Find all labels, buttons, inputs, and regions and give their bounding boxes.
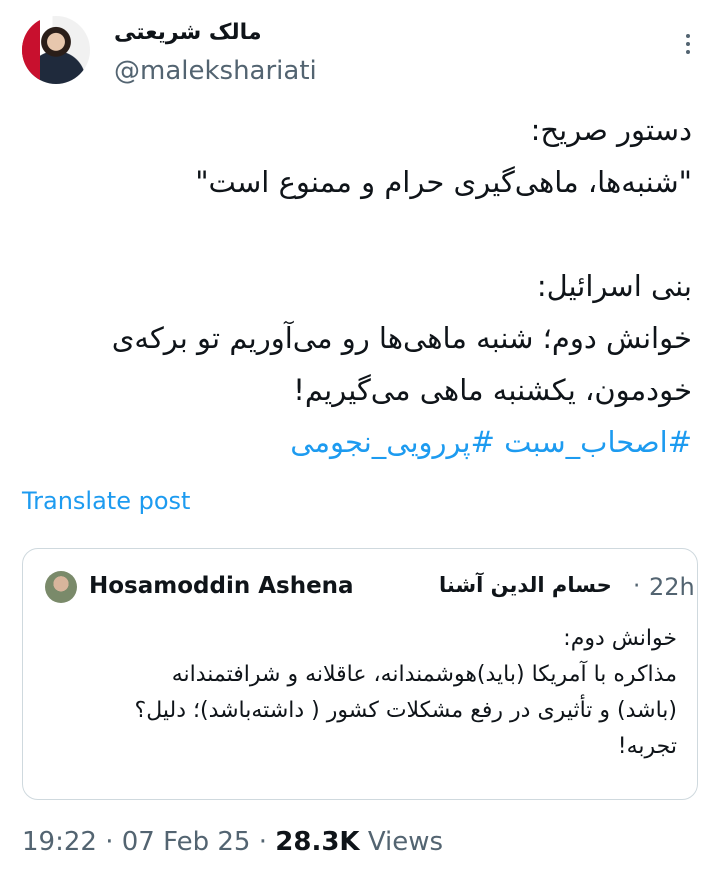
views-count[interactable]: 28.3K [275,827,359,857]
quoted-line: (باشد) و تأثیری در رفع مشکلات کشور ( داش… [134,698,677,723]
quoted-line: مذاکره با آمریکا (باید)هوشمندانه، عاقلان… [171,662,677,687]
tweet-header: مالک شریعتی @malekshariati [22,12,698,92]
author-display-name[interactable]: مالک شریعتی [114,20,262,45]
tweet-line: دستور صریح: [530,113,692,147]
quoted-line: تجربه! [617,734,677,759]
post-time[interactable]: 19:22 [22,827,97,857]
tweet-line: "شنبه‌ها، ماهی‌گیری حرام و ممنوع است" [195,165,692,199]
quoted-line: خوانش دوم: [563,626,677,651]
hashtag-link[interactable]: #اصحاب_سبت [504,425,692,459]
more-options-icon[interactable] [684,34,692,54]
quoted-author-name-fa: حسام الدین آشنا [439,573,612,597]
avatar[interactable] [22,16,90,84]
translate-post-link[interactable]: Translate post [22,487,190,515]
separator-dot: · [258,827,267,857]
tweet-line: خودمون، یکشنبه ماهی می‌گیریم! [293,373,692,407]
separator-dot: · [105,827,114,857]
quoted-timestamp: 22h [649,573,695,601]
quoted-tweet-header: Hosamoddin Ashena حسام الدین آشنا · 22h [45,571,695,603]
quoted-author-avatar [45,571,77,603]
hashtag-row: #اصحاب_سبت #پررویی_نجومی [24,416,692,468]
quoted-author-name: Hosamoddin Ashena [89,573,354,599]
quoted-tweet-text: خوانش دوم: مذاکره با آمریکا (باید)هوشمند… [41,621,677,765]
separator-dot: · [633,573,641,599]
hashtag-link[interactable]: #پررویی_نجومی [290,425,495,459]
post-date[interactable]: 07 Feb 25 [122,827,251,857]
tweet-line: بنی اسرائیل: [536,269,692,303]
tweet-meta: 19:22 · 07 Feb 25 · 28.3K Views [22,827,443,857]
author-handle[interactable]: @malekshariati [114,56,317,86]
tweet-text: دستور صریح: "شنبه‌ها، ماهی‌گیری حرام و م… [24,104,692,468]
quoted-tweet[interactable]: Hosamoddin Ashena حسام الدین آشنا · 22h … [22,548,698,800]
avatar-flag [22,16,40,84]
views-label: Views [367,827,444,857]
tweet-line: خوانش دوم؛ شنبه ماهی‌ها رو می‌آوریم تو ب… [111,321,692,355]
